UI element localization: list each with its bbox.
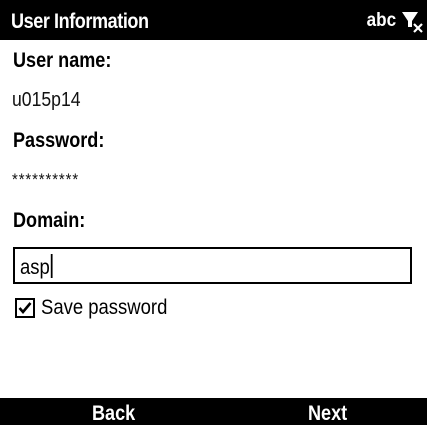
title-bar: User Information abc: [0, 0, 427, 40]
back-softkey[interactable]: Back: [92, 398, 135, 425]
save-password-option[interactable]: Save password: [15, 296, 185, 320]
save-password-checkbox[interactable]: [15, 298, 35, 318]
page-title: User Information: [11, 10, 149, 33]
domain-label: Domain:: [13, 209, 86, 232]
password-label: Password:: [13, 129, 105, 152]
input-mode-indicator[interactable]: abc: [367, 10, 396, 32]
username-value: u015p14: [12, 89, 81, 111]
domain-input-text: asp: [20, 254, 53, 280]
text-caret: [50, 254, 53, 278]
no-signal-icon: [402, 12, 423, 33]
domain-input[interactable]: asp: [13, 247, 412, 284]
checkmark-icon: [18, 302, 32, 315]
next-softkey[interactable]: Next: [308, 398, 347, 425]
softkey-bar: Back Next: [0, 398, 427, 425]
username-label: User name:: [13, 49, 112, 72]
password-value: **********: [12, 170, 80, 189]
status-area: abc: [365, 8, 423, 34]
save-password-label: Save password: [41, 296, 168, 319]
